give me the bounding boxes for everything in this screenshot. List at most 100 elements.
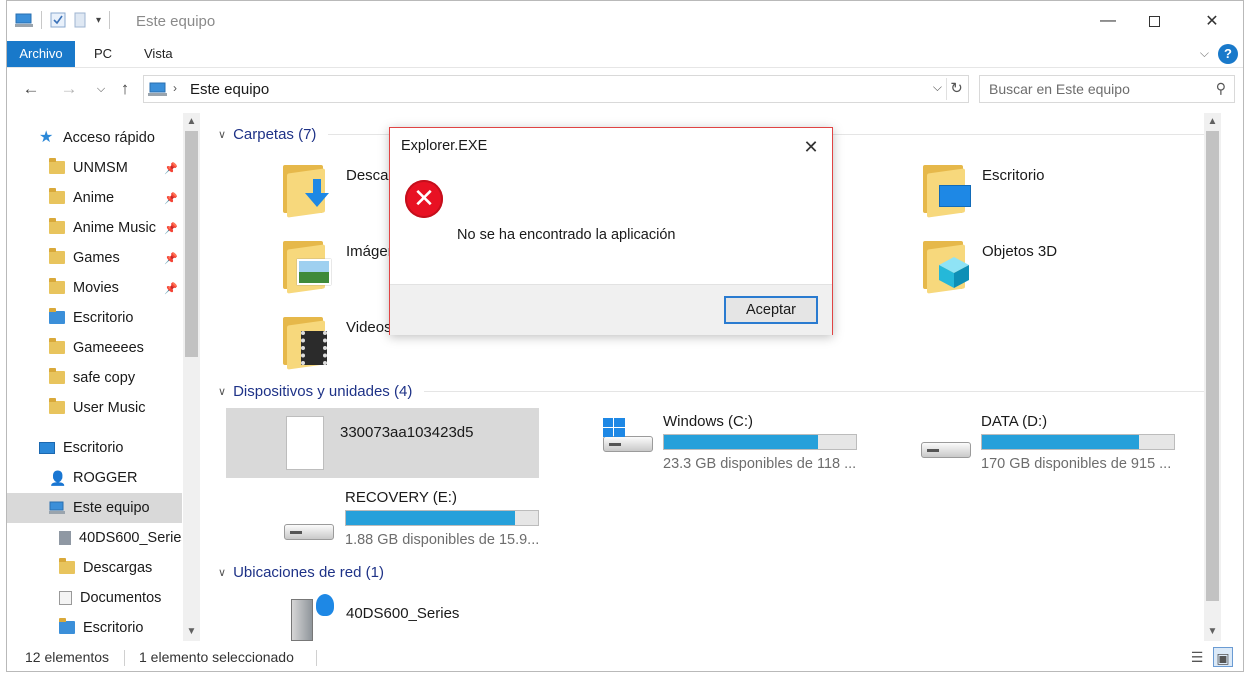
pin-icon: 📌: [164, 192, 178, 205]
network-40ds600-series[interactable]: 40DS600_Series: [283, 589, 533, 641]
up-button[interactable]: ↑: [113, 77, 137, 101]
search-box[interactable]: ⚲: [979, 75, 1235, 103]
nav-item-label: Gameeees: [73, 340, 144, 356]
scrollbar-thumb[interactable]: [1206, 131, 1219, 601]
nav-item-gameeees[interactable]: Gameeees: [7, 333, 182, 363]
nav-item-unmsm[interactable]: UNMSM 📌: [7, 153, 182, 183]
media-server-icon: [291, 599, 313, 641]
nav-item-label: Documentos: [80, 590, 162, 606]
nav-item-label: Escritorio: [73, 310, 134, 326]
drive-usage-bar: [981, 434, 1175, 450]
nav-item-games[interactable]: Games 📌: [7, 243, 182, 273]
address-bar[interactable]: › Este equipo ⌵ ↻: [143, 75, 969, 103]
drive-icon: [284, 518, 334, 542]
toolbar-divider: [109, 11, 111, 29]
nav-item-label: Games: [73, 250, 120, 266]
tab-pc[interactable]: PC: [80, 41, 126, 67]
nav-pane-scrollbar[interactable]: ▲ ▼: [183, 113, 200, 641]
nav-item-safe-copy[interactable]: safe copy: [7, 363, 182, 393]
search-input[interactable]: [980, 76, 1200, 102]
tab-archivo[interactable]: Archivo: [7, 41, 75, 67]
item-count: 12 elementos: [25, 649, 110, 665]
device-label: 330073aa103423d5: [340, 424, 474, 441]
maximize-button[interactable]: [1131, 1, 1177, 41]
properties-icon[interactable]: [50, 12, 66, 28]
breadcrumb-chevron-icon[interactable]: ›: [173, 81, 177, 95]
nav-item-este-equipo[interactable]: Este equipo: [7, 493, 182, 523]
breadcrumb[interactable]: Este equipo: [190, 81, 269, 98]
arrow-up-icon: ↑: [120, 79, 130, 98]
dialog-message: No se ha encontrado la aplicación: [457, 227, 676, 243]
folder-escritorio[interactable]: Escritorio: [923, 157, 1143, 219]
folder-icon: [49, 338, 65, 355]
refresh-icon[interactable]: ↻: [946, 78, 966, 100]
minimize-button[interactable]: —: [1085, 1, 1131, 41]
help-icon[interactable]: ?: [1218, 44, 1238, 64]
close-icon: ✕: [803, 137, 819, 157]
media-server-icon: [59, 531, 71, 545]
nav-item-documentos[interactable]: Documentos: [7, 583, 182, 613]
dialog-close-button[interactable]: ✕: [796, 132, 826, 162]
drive-usage-fill: [982, 435, 1140, 449]
window-title: Este equipo: [136, 13, 216, 30]
nav-item-escritorio[interactable]: Escritorio: [7, 433, 182, 463]
expand-ribbon-icon[interactable]: ⌵: [1200, 46, 1209, 61]
videos-folder-icon: [283, 309, 331, 370]
folder-objetos-3d[interactable]: Objetos 3D: [923, 233, 1143, 295]
maximize-icon: [1148, 15, 1160, 27]
group-header-label: Dispositivos y unidades (4): [233, 382, 413, 400]
selection-count: 1 elemento seleccionado: [139, 649, 294, 665]
device-330073aa103423d5[interactable]: 330073aa103423d5: [226, 408, 539, 478]
nav-item-user-music[interactable]: User Music: [7, 393, 182, 423]
device-windows-c[interactable]: Windows (C:) 23.3 GB disponibles de 118 …: [595, 408, 875, 478]
nav-item-40ds600-series[interactable]: 40DS600_Series: [7, 523, 182, 553]
close-icon: ✕: [1205, 13, 1219, 30]
group-header-dispositivos[interactable]: ∨ Dispositivos y unidades (4): [218, 380, 1208, 402]
computer-icon: [148, 82, 167, 96]
nav-item-descargas[interactable]: Descargas: [7, 553, 182, 583]
nav-item-label: Descargas: [83, 560, 153, 576]
minimize-icon: —: [1100, 12, 1116, 29]
nav-item-anime[interactable]: Anime 📌: [7, 183, 182, 213]
nav-item-acceso-rapido[interactable]: ★ Acceso rápido: [7, 123, 182, 153]
address-dropdown-icon[interactable]: ⌵: [933, 80, 942, 95]
device-label: RECOVERY (E:): [345, 489, 457, 506]
nav-item-anime-music[interactable]: Anime Music 📌: [7, 213, 182, 243]
nav-item-movies[interactable]: Movies 📌: [7, 273, 182, 303]
content-scrollbar[interactable]: ▲ ▼: [1204, 113, 1221, 641]
nav-item-escritorio-quick[interactable]: Escritorio: [7, 303, 182, 333]
scroll-up-icon[interactable]: ▲: [183, 113, 200, 130]
device-data-d[interactable]: DATA (D:) 170 GB disponibles de 915 ...: [913, 408, 1193, 478]
title-bar: ▾ Este equipo — ✕: [7, 1, 1243, 41]
details-view-icon[interactable]: ☰: [1187, 647, 1207, 667]
search-icon[interactable]: ⚲: [1216, 80, 1226, 97]
forward-button[interactable]: →: [57, 77, 81, 101]
nav-item-label: Anime: [73, 190, 115, 206]
desktop-folder-icon: [49, 308, 65, 325]
dialog-title: Explorer.EXE: [401, 138, 488, 154]
scrollbar-thumb[interactable]: [185, 131, 198, 357]
accept-button[interactable]: Aceptar: [724, 296, 818, 324]
nav-item-label: Anime Music: [73, 220, 156, 236]
scroll-down-icon[interactable]: ▼: [183, 623, 200, 640]
customize-toolbar-icon[interactable]: ▾: [96, 15, 101, 26]
scroll-up-icon[interactable]: ▲: [1204, 113, 1221, 130]
nav-item-label: Acceso rápido: [63, 130, 155, 146]
error-dialog: Explorer.EXE ✕ ✕ No se ha encontrado la …: [389, 127, 833, 335]
group-header-ubicaciones-red[interactable]: ∨ Ubicaciones de red (1): [218, 561, 1208, 583]
new-folder-icon[interactable]: [74, 12, 88, 28]
pictures-folder-icon: [283, 233, 331, 294]
pin-icon: 📌: [164, 282, 178, 295]
back-button[interactable]: ←: [19, 77, 43, 101]
nav-item-escritorio-2[interactable]: Escritorio: [7, 613, 182, 641]
scroll-down-icon[interactable]: ▼: [1204, 623, 1221, 640]
nav-item-rogger[interactable]: 👤 ROGGER: [7, 463, 182, 493]
close-window-button[interactable]: ✕: [1189, 1, 1235, 41]
large-icons-view-icon[interactable]: ▣: [1213, 647, 1233, 667]
recent-locations-button[interactable]: ⌵: [89, 77, 113, 101]
folder-label: Escritorio: [982, 167, 1045, 184]
tab-vista[interactable]: Vista: [130, 41, 187, 67]
device-recovery-e[interactable]: RECOVERY (E:) 1.88 GB disponibles de 15.…: [276, 484, 556, 554]
pin-icon: 📌: [164, 252, 178, 265]
chevron-down-icon: ∨: [218, 566, 227, 579]
